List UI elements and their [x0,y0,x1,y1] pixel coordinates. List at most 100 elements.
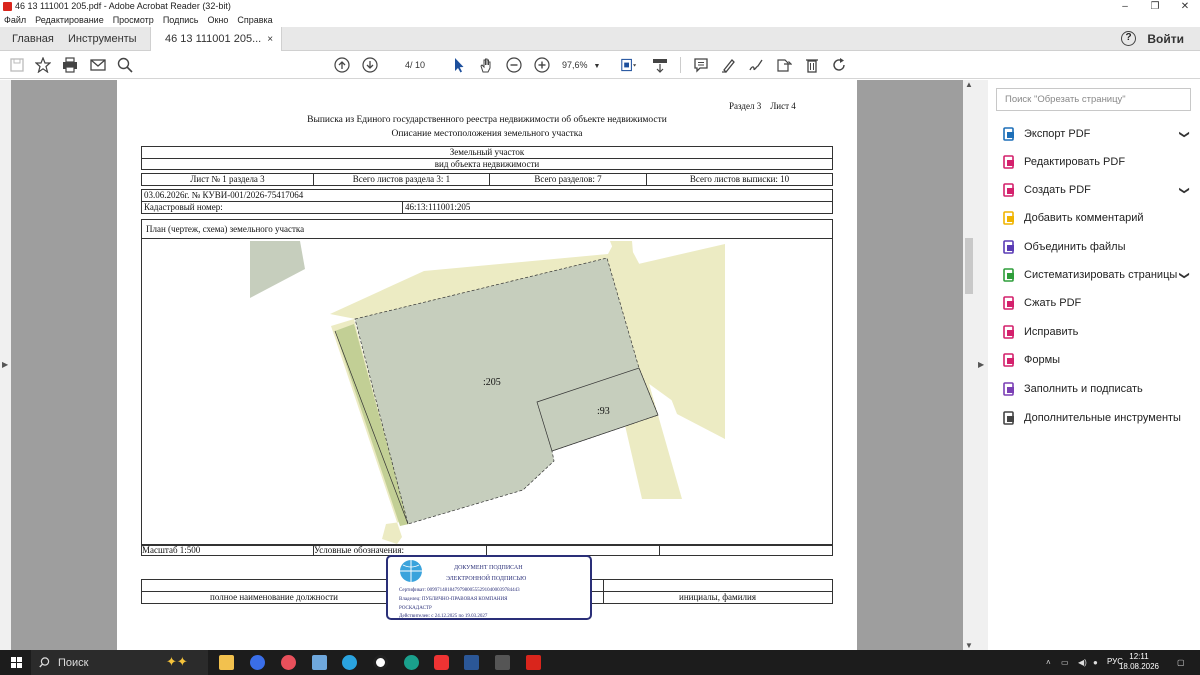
bookmark-star-icon[interactable] [34,56,52,74]
right-panel-toggle[interactable]: ▶ [975,80,988,650]
scroll-down-icon[interactable]: ▼ [965,641,973,650]
document-viewer[interactable]: ▶ Раздел 3 Лист 4 Выписка из Единого гос… [0,80,988,650]
sign-icon[interactable] [747,56,765,74]
tool-label: Объединить файлы [1024,241,1126,253]
page-number-input[interactable]: 4 [388,57,410,73]
tab-bar: Главная Инструменты 46 13 111001 205... ×… [0,27,1200,51]
zoom-in-icon[interactable] [533,56,551,74]
highlight-pen-icon[interactable] [720,56,738,74]
cadastral-value: 46:13:111001:205 [405,202,471,212]
close-window-button[interactable]: ✕ [1170,0,1200,13]
tray-chevron-icon[interactable]: ˄ [1046,658,1051,667]
tool-item-7[interactable]: Исправить [1002,322,1192,342]
tab-home[interactable]: Главная [12,27,54,51]
hand-tool-icon[interactable] [477,56,495,74]
app-icon-7[interactable] [404,655,419,670]
menu-file[interactable]: Файл [4,13,26,27]
save-icon[interactable] [8,56,26,74]
menu-sign[interactable]: Подпись [163,13,199,27]
clock[interactable]: 12:11 18.08.2026 [1119,652,1159,672]
fit-page-icon[interactable] [617,56,641,74]
delete-icon[interactable] [803,56,821,74]
tool-item-4[interactable]: Объединить файлы [1002,237,1192,257]
stamp-line-2: ЭЛЕКТРОННОЙ ПОДПИСЬЮ [446,576,527,582]
menu-edit[interactable]: Редактирование [35,13,104,27]
tool-item-6[interactable]: Сжать PDF [1002,293,1192,313]
menu-help[interactable]: Справка [237,13,272,27]
expand-left-icon: ▶ [2,360,9,369]
chevron-down-icon[interactable]: ❯ [1178,186,1189,194]
left-panel-toggle[interactable]: ▶ [0,80,11,650]
tool-item-5[interactable]: Систематизировать страницы ❯ [1002,265,1192,285]
tray-network-icon[interactable]: ▭ [1061,658,1069,667]
taskbar-search[interactable]: Поиск ✦✦ [31,650,208,675]
export-pdf-icon [1002,127,1016,141]
more-tools-icon [1002,411,1016,425]
menu-view[interactable]: Просмотр [113,13,154,27]
app-icon-8[interactable] [434,655,449,670]
sparkle-icon: ✦✦ [166,654,188,669]
file-explorer-icon[interactable] [219,655,234,670]
parcel-205-label: :205 [483,377,501,388]
zoom-out-icon[interactable] [505,56,523,74]
tray-volume-icon[interactable]: ◀) [1078,658,1087,667]
search-icon [39,657,50,668]
sign-in-button[interactable]: Войти [1147,27,1184,51]
help-icon[interactable]: ? [1121,31,1136,46]
rotate-icon[interactable] [830,56,848,74]
tool-item-1[interactable]: Редактировать PDF [1002,152,1192,172]
tray-mic-icon[interactable]: ● [1093,658,1098,667]
tool-item-10[interactable]: Дополнительные инструменты [1002,408,1192,428]
scroll-up-icon[interactable]: ▲ [965,80,973,89]
telegram-icon[interactable] [342,655,357,670]
stamp-emblem-icon [400,560,422,582]
acrobat-taskbar-icon[interactable] [526,655,541,670]
tab-tools[interactable]: Инструменты [68,27,137,51]
tab-document[interactable]: 46 13 111001 205... × [150,27,283,51]
acrobat-app-icon [3,2,12,11]
create-pdf-icon [1002,183,1016,197]
search-icon[interactable] [116,56,134,74]
tool-item-8[interactable]: Формы [1002,350,1192,370]
tool-label: Исправить [1024,326,1079,338]
select-cursor-icon[interactable] [450,56,468,74]
tool-item-2[interactable]: Создать PDF ❯ [1002,180,1192,200]
scroll-mode-icon[interactable] [651,56,669,74]
tools-search-input[interactable]: Поиск "Обрезать страницу" [996,88,1191,111]
stamp-certificate: Сертификат: 0099714818479798005552910400… [399,588,520,593]
scrollbar-thumb[interactable] [965,238,973,294]
chrome-icon[interactable] [373,655,388,670]
notifications-icon[interactable]: ▢ [1177,658,1185,667]
next-page-icon[interactable] [361,56,379,74]
calculator-icon[interactable] [312,655,327,670]
archiver-icon[interactable] [495,655,510,670]
share-icon[interactable] [775,56,793,74]
menu-window[interactable]: Окно [207,13,228,27]
cadastral-label-cell: Кадастровый номер: [141,201,403,214]
email-icon[interactable] [89,56,107,74]
yandex-browser-icon[interactable] [250,655,265,670]
object-type: Земельный участок [449,147,525,157]
maximize-button[interactable]: ❐ [1140,0,1170,13]
tool-item-0[interactable]: Экспорт PDF ❯ [1002,124,1192,144]
chevron-down-icon[interactable]: ❯ [1178,271,1189,279]
zoom-level-select[interactable]: 97,6% ▼ [562,57,602,75]
tool-item-3[interactable]: Добавить комментарий [1002,208,1192,228]
sheets-in-section-cell: Всего листов раздела 3: 1 [313,173,490,186]
tool-label: Заполнить и подписать [1024,383,1143,395]
app-icon-3[interactable] [281,655,296,670]
previous-page-icon[interactable] [333,56,351,74]
chevron-down-icon[interactable]: ❯ [1178,130,1189,138]
tool-item-9[interactable]: Заполнить и подписать [1002,379,1192,399]
scale-label: Масштаб 1:500 [142,545,201,555]
vertical-scrollbar[interactable]: ▲ ▼ [963,80,975,650]
word-icon[interactable] [464,655,479,670]
windows-start-icon[interactable] [11,657,22,668]
minimize-button[interactable]: – [1110,0,1140,13]
tool-label: Экспорт PDF [1024,128,1091,140]
comment-icon[interactable] [692,56,710,74]
taskbar-search-label: Поиск [58,656,89,669]
sheets-total: Всего листов выписки: 10 [689,174,790,184]
print-icon[interactable] [61,56,79,74]
close-tab-icon[interactable]: × [267,34,273,45]
